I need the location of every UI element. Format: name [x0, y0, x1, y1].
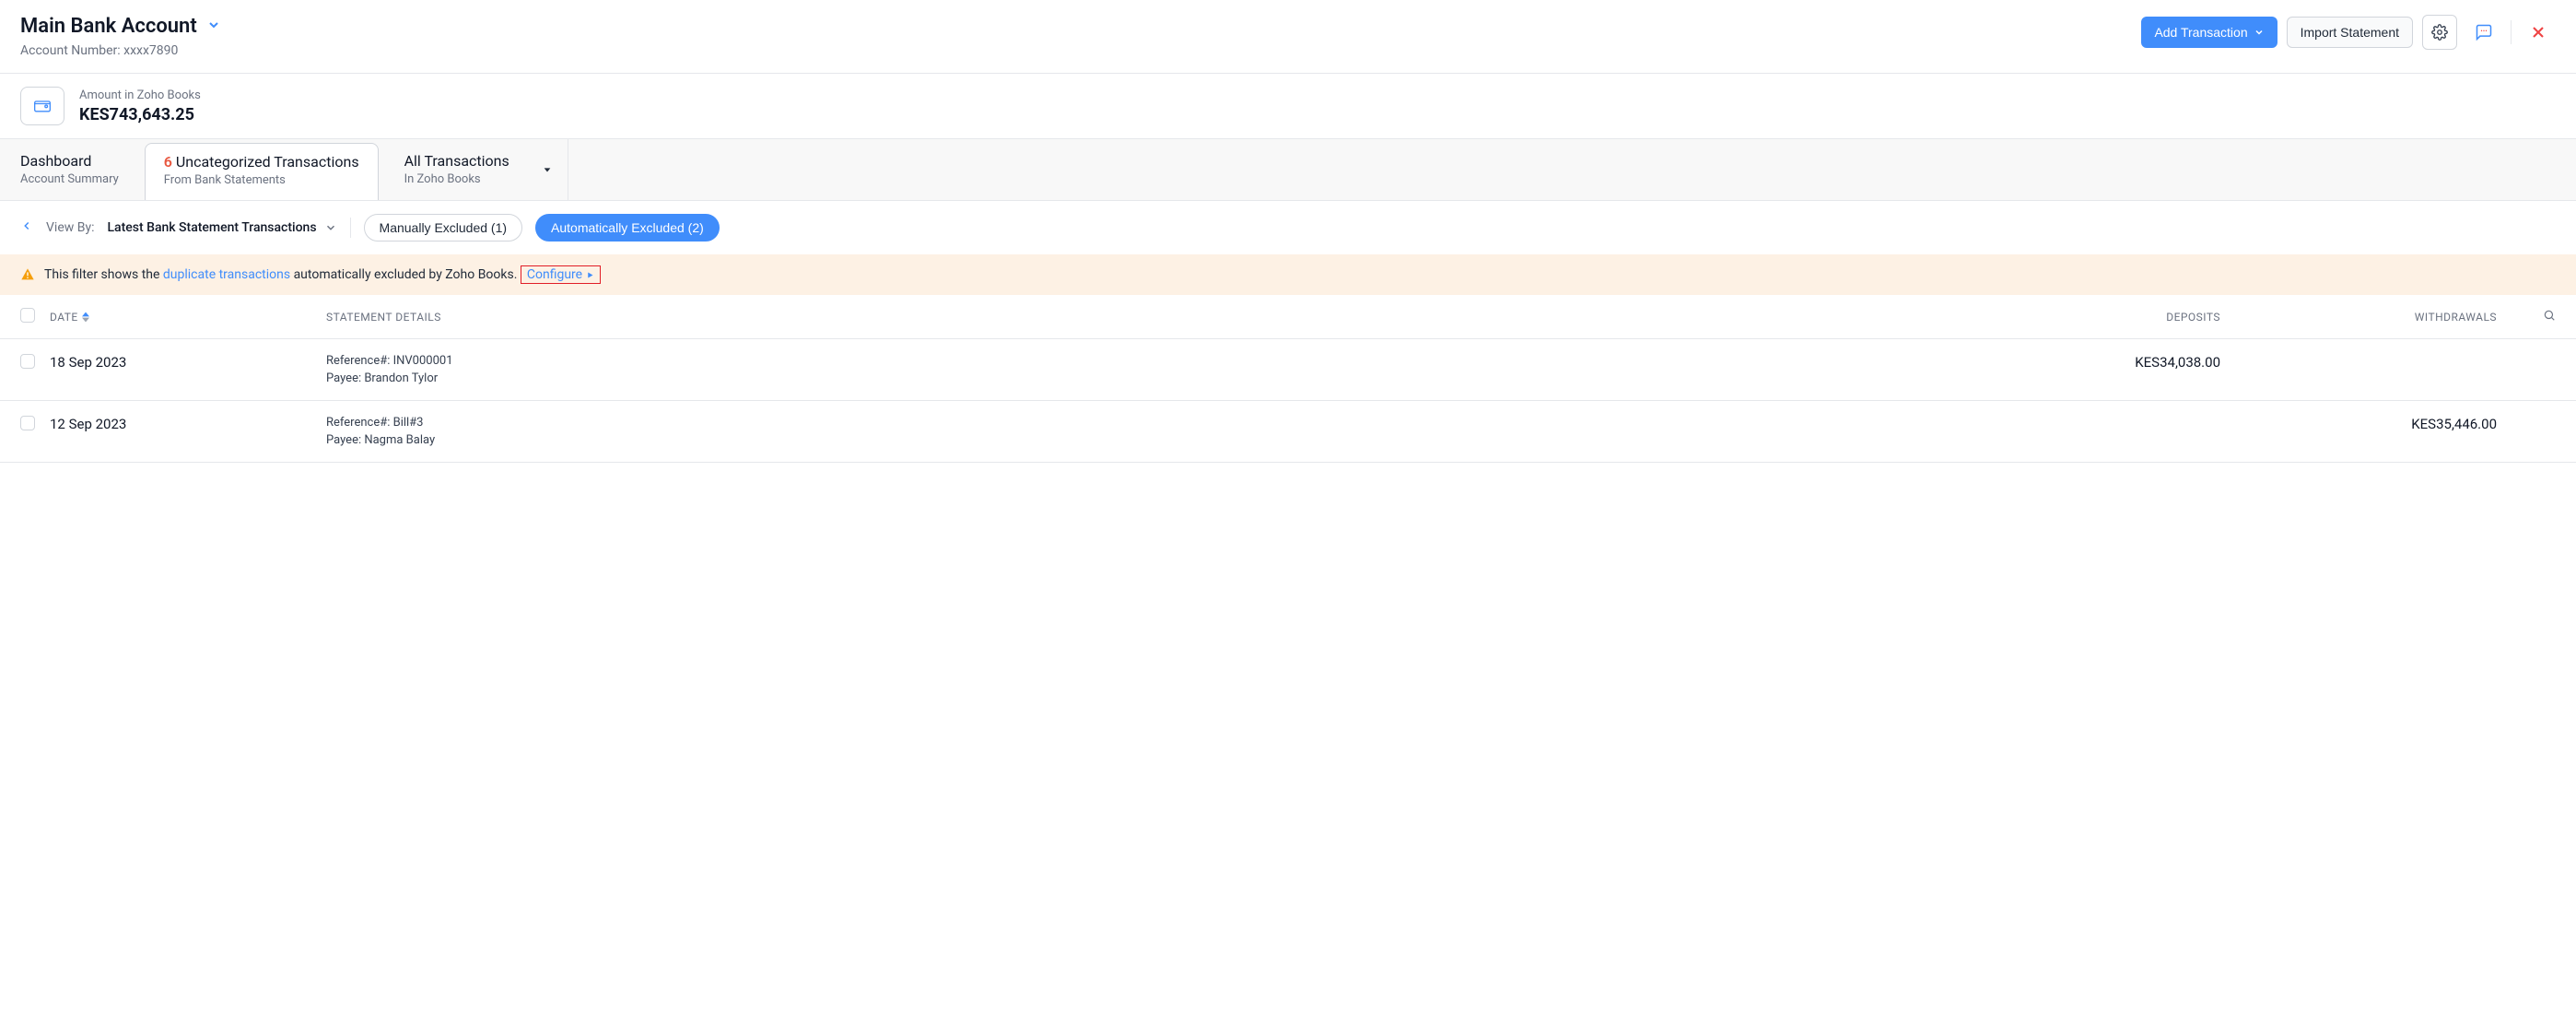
- table-row[interactable]: 18 Sep 2023 Reference#: INV000001 Payee:…: [0, 339, 2576, 401]
- row-checkbox-cell: [20, 416, 50, 434]
- tab-more-button[interactable]: [528, 139, 568, 200]
- page-header: Main Bank Account Account Number: xxxx78…: [0, 0, 2576, 74]
- view-by-value: Latest Bank Statement Transactions: [107, 220, 316, 235]
- filter-row: View By: Latest Bank Statement Transacti…: [0, 201, 2576, 254]
- chevron-down-icon: [324, 221, 337, 234]
- row-deposit: KES34,038.00: [1944, 354, 2220, 371]
- chat-button[interactable]: [2466, 15, 2501, 50]
- column-search: [2497, 309, 2556, 324]
- row-checkbox-cell: [20, 354, 50, 372]
- back-button[interactable]: [20, 219, 33, 236]
- wallet-icon: [31, 97, 53, 115]
- banner-text: This filter shows the duplicate transact…: [44, 265, 601, 284]
- tab-dashboard-title: Dashboard: [20, 152, 119, 170]
- table-header: DATE STATEMENT DETAILS DEPOSITS WITHDRAW…: [0, 295, 2576, 339]
- column-withdrawals[interactable]: WITHDRAWALS: [2220, 311, 2497, 324]
- manually-excluded-pill[interactable]: Manually Excluded (1): [364, 214, 523, 242]
- table-row[interactable]: 12 Sep 2023 Reference#: Bill#3 Payee: Na…: [0, 401, 2576, 463]
- tab-dashboard[interactable]: Dashboard Account Summary: [20, 139, 137, 200]
- close-icon: [2529, 23, 2547, 41]
- play-icon: [586, 271, 594, 279]
- title-row: Main Bank Account: [20, 15, 221, 38]
- column-date-label: DATE: [50, 311, 78, 324]
- configure-link[interactable]: Configure: [527, 267, 582, 282]
- view-by-label: View By:: [46, 220, 94, 235]
- column-deposits[interactable]: DEPOSITS: [1944, 311, 2220, 324]
- column-date[interactable]: DATE: [50, 311, 326, 324]
- tab-uncategorized-label: Uncategorized Transactions: [176, 153, 359, 171]
- tab-uncategorized[interactable]: 6 Uncategorized Transactions From Bank S…: [145, 143, 379, 200]
- gear-icon: [2431, 24, 2448, 41]
- warning-icon: [20, 267, 35, 282]
- row-details: Reference#: Bill#3 Payee: Nagma Balay: [326, 416, 1944, 447]
- tab-all-sub: In Zoho Books: [404, 172, 509, 186]
- tab-all-title: All Transactions: [404, 152, 509, 170]
- select-all-checkbox[interactable]: [20, 308, 35, 323]
- header-right: Add Transaction Import Statement: [2141, 15, 2556, 50]
- row-date: 12 Sep 2023: [50, 416, 326, 432]
- summary-label: Amount in Zoho Books: [79, 88, 201, 102]
- sort-icon: [82, 312, 89, 323]
- chat-icon: [2475, 23, 2493, 41]
- tab-uncategorized-title: 6 Uncategorized Transactions: [164, 153, 359, 171]
- close-button[interactable]: [2521, 15, 2556, 50]
- banner-suffix: automatically excluded by Zoho Books.: [290, 267, 517, 282]
- column-details[interactable]: STATEMENT DETAILS: [326, 311, 1944, 324]
- account-number: Account Number: xxxx7890: [20, 43, 221, 58]
- row-payee: Payee: Nagma Balay: [326, 433, 1944, 447]
- row-date: 18 Sep 2023: [50, 354, 326, 371]
- divider: [350, 218, 351, 238]
- select-all-cell: [20, 308, 50, 325]
- summary-row: Amount in Zoho Books KES743,643.25: [0, 74, 2576, 139]
- tab-dashboard-sub: Account Summary: [20, 172, 119, 186]
- tab-uncategorized-sub: From Bank Statements: [164, 173, 359, 187]
- divider: [2511, 20, 2512, 44]
- auto-excluded-pill[interactable]: Automatically Excluded (2): [535, 214, 720, 242]
- row-details: Reference#: INV000001 Payee: Brandon Tyl…: [326, 354, 1944, 385]
- banner-prefix: This filter shows the: [44, 267, 163, 282]
- chevron-down-icon: [2254, 27, 2265, 38]
- page-title: Main Bank Account: [20, 15, 197, 38]
- account-dropdown-icon[interactable]: [206, 18, 221, 36]
- add-transaction-button[interactable]: Add Transaction: [2141, 17, 2277, 48]
- row-reference: Reference#: INV000001: [326, 354, 1944, 368]
- wallet-icon-box: [20, 87, 64, 125]
- configure-button[interactable]: Configure: [521, 265, 601, 284]
- row-checkbox[interactable]: [20, 354, 35, 369]
- row-withdrawal: KES35,446.00: [2220, 416, 2497, 432]
- row-checkbox[interactable]: [20, 416, 35, 430]
- row-reference: Reference#: Bill#3: [326, 416, 1944, 430]
- row-payee: Payee: Brandon Tylor: [326, 371, 1944, 385]
- import-statement-button[interactable]: Import Statement: [2287, 17, 2413, 48]
- header-left: Main Bank Account Account Number: xxxx78…: [20, 15, 221, 58]
- view-by-dropdown[interactable]: Latest Bank Statement Transactions: [107, 220, 336, 235]
- info-banner: This filter shows the duplicate transact…: [0, 254, 2576, 295]
- uncategorized-count: 6: [164, 153, 172, 171]
- duplicate-transactions-link[interactable]: duplicate transactions: [163, 267, 290, 282]
- settings-button[interactable]: [2422, 15, 2457, 50]
- summary-text: Amount in Zoho Books KES743,643.25: [79, 88, 201, 124]
- summary-amount: KES743,643.25: [79, 105, 201, 124]
- table-search-button[interactable]: [2543, 312, 2556, 324]
- tab-all-transactions[interactable]: All Transactions In Zoho Books: [386, 139, 528, 200]
- tabs-row: Dashboard Account Summary 6 Uncategorize…: [0, 139, 2576, 201]
- search-icon: [2543, 309, 2556, 322]
- add-transaction-label: Add Transaction: [2154, 25, 2247, 40]
- caret-down-icon: [543, 165, 552, 174]
